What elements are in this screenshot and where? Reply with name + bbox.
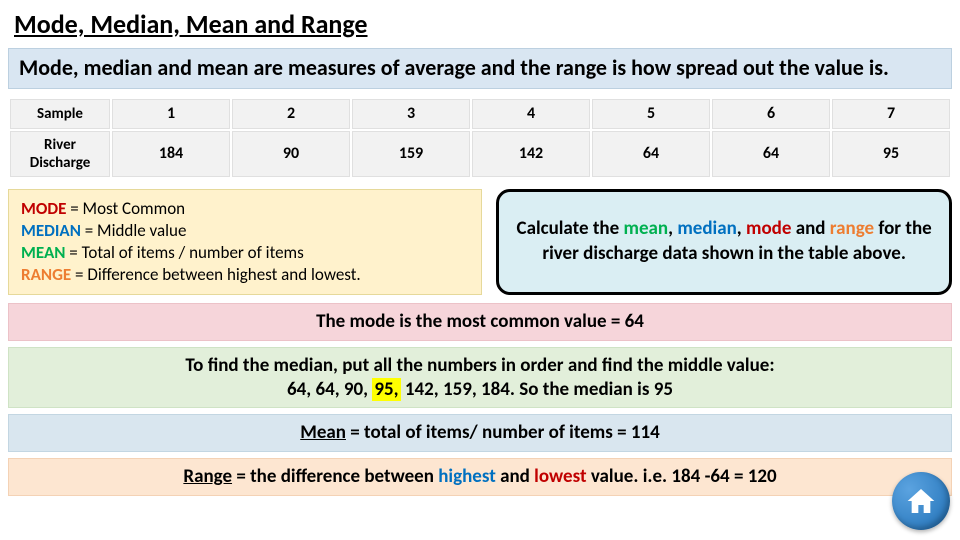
range-pre: = the difference between — [232, 465, 438, 488]
def-mode-text: = Most Common — [66, 198, 185, 219]
term-mode: MODE — [21, 198, 66, 219]
table-header-row: Sample 1 2 3 4 5 6 7 — [10, 99, 950, 129]
data-cell: 90 — [232, 131, 350, 177]
data-cell: 142 — [472, 131, 590, 177]
callout-mode: mode — [746, 217, 791, 240]
median-seq-a: 64, 64, 90, — [287, 378, 372, 401]
mean-label: Mean — [300, 421, 346, 444]
sample-col: 4 — [472, 99, 590, 129]
term-median: MEDIAN — [21, 220, 81, 241]
callout-mean: mean — [624, 217, 669, 240]
def-median-text: = Middle value — [81, 220, 187, 241]
row-river-discharge-label: River Discharge — [10, 131, 110, 177]
sample-col: 6 — [712, 99, 830, 129]
sample-col: 7 — [832, 99, 950, 129]
callout-range: range — [830, 217, 874, 240]
sample-col: 5 — [592, 99, 710, 129]
callout-pre: Calculate the — [517, 217, 624, 240]
term-range: RANGE — [21, 264, 71, 285]
band-mode: The mode is the most common value = 64 — [8, 303, 952, 341]
median-highlight: 95, — [372, 378, 400, 401]
table-data-row: River Discharge 184 90 159 142 64 64 95 — [10, 131, 950, 177]
data-cell: 184 — [112, 131, 230, 177]
data-cell: 159 — [352, 131, 470, 177]
page-title: Mode, Median, Mean and Range — [0, 0, 960, 44]
range-lowest: lowest — [534, 465, 586, 488]
task-callout: Calculate the mean, median, mode and ran… — [496, 189, 952, 295]
data-cell: 95 — [832, 131, 950, 177]
range-highest: highest — [438, 465, 496, 488]
intro-statement: Mode, median and mean are measures of av… — [8, 48, 952, 89]
band-median: To find the median, put all the numbers … — [8, 347, 952, 409]
data-cell: 64 — [592, 131, 710, 177]
sample-col: 1 — [112, 99, 230, 129]
sample-col: 3 — [352, 99, 470, 129]
definitions-box: MODE = Most Common MEDIAN = Middle value… — [8, 189, 482, 295]
term-mean: MEAN — [21, 242, 65, 263]
home-icon — [905, 485, 937, 517]
def-mean-text: = Total of items / number of items — [65, 242, 303, 263]
callout-median: median — [677, 217, 736, 240]
range-post: value. i.e. 184 -64 = 120 — [587, 465, 777, 488]
def-range-text: = Difference between highest and lowest. — [71, 264, 361, 285]
band-mean: Mean = total of items/ number of items =… — [8, 414, 952, 452]
band-range: Range = the difference between highest a… — [8, 458, 952, 496]
range-mid: and — [496, 465, 534, 488]
mean-text: = total of items/ number of items = 114 — [346, 421, 660, 444]
sample-col: 2 — [232, 99, 350, 129]
median-seq-b: 142, 159, 184. So the median is 95 — [401, 378, 673, 401]
data-table: Sample 1 2 3 4 5 6 7 River Discharge 184… — [8, 97, 952, 179]
median-line1: To find the median, put all the numbers … — [185, 354, 774, 377]
header-sample-label: Sample — [10, 99, 110, 129]
data-cell: 64 — [712, 131, 830, 177]
range-label: Range — [183, 465, 232, 488]
home-button[interactable] — [892, 472, 950, 530]
